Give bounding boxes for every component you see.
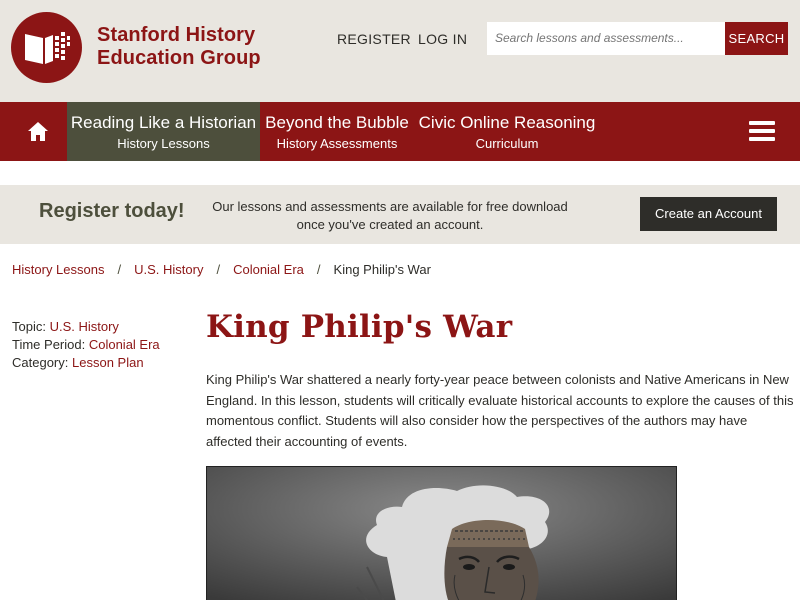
- register-banner: Register today! Our lessons and assessme…: [0, 185, 800, 244]
- breadcrumb-separator: /: [216, 262, 221, 277]
- meta-time-period: Time Period: Colonial Era: [12, 336, 160, 354]
- nav-civic-online-reasoning[interactable]: Civic Online Reasoning Curriculum: [414, 102, 600, 161]
- register-description: Our lessons and assessments are availabl…: [210, 198, 570, 234]
- nav-item-label: Beyond the Bubble: [265, 113, 409, 132]
- breadcrumb-current: King Philip's War: [333, 262, 431, 277]
- breadcrumb: History Lessons / U.S. History / Colonial Er…: [12, 262, 431, 277]
- site-title-line1: Stanford History: [97, 24, 256, 46]
- site-title-line2: Education Group: [97, 47, 261, 69]
- meta-period-link[interactable]: Colonial Era: [89, 337, 160, 352]
- home-icon: [28, 122, 48, 141]
- search-button[interactable]: SEARCH: [725, 22, 788, 55]
- hamburger-menu-icon[interactable]: [749, 121, 775, 141]
- nav-beyond-the-bubble[interactable]: Beyond the Bubble History Assessments: [260, 102, 414, 161]
- site-header: Stanford History Education Group REGISTE…: [0, 0, 800, 102]
- register-heading: Register today!: [39, 200, 185, 222]
- breadcrumb-colonial-era[interactable]: Colonial Era: [233, 262, 304, 277]
- meta-topic-label: Topic:: [12, 319, 46, 334]
- page-title: King Philip's War: [206, 309, 513, 345]
- breadcrumb-history-lessons[interactable]: History Lessons: [12, 262, 104, 277]
- lesson-intro: King Philip's War shattered a nearly for…: [206, 372, 794, 449]
- breadcrumb-us-history[interactable]: U.S. History: [134, 262, 203, 277]
- sheg-logo[interactable]: [11, 12, 82, 83]
- nav-item-sublabel: History Assessments: [276, 136, 398, 151]
- meta-category-label: Category:: [12, 355, 69, 370]
- register-text-line1: Our lessons and assessments are availabl…: [212, 199, 568, 214]
- meta-topic-link[interactable]: U.S. History: [50, 319, 119, 334]
- nav-item-sublabel: Curriculum: [475, 136, 539, 151]
- nav-item-label: Civic Online Reasoning: [418, 113, 596, 132]
- site-title[interactable]: Stanford History Education Group: [97, 24, 261, 70]
- meta-period-label: Time Period:: [12, 337, 86, 352]
- nav-item-label: Reading Like a Historian: [70, 113, 257, 132]
- home-button[interactable]: [0, 102, 67, 161]
- nav-item-sublabel: History Lessons: [117, 136, 210, 151]
- lesson-meta: Topic: U.S. History Time Period: Colonia…: [12, 318, 160, 372]
- meta-topic: Topic: U.S. History: [12, 318, 160, 336]
- book-logo-icon: [25, 32, 70, 64]
- register-text-line2: once you've created an account.: [296, 217, 484, 232]
- main-nav: Reading Like a Historian History Lessons…: [0, 102, 800, 161]
- king-philip-portrait: [206, 466, 677, 600]
- create-account-button[interactable]: Create an Account: [640, 197, 777, 231]
- meta-category: Category: Lesson Plan: [12, 354, 160, 372]
- meta-category-link[interactable]: Lesson Plan: [72, 355, 144, 370]
- search-input[interactable]: [487, 22, 725, 55]
- portrait-engraving: [207, 467, 676, 600]
- breadcrumb-separator: /: [316, 262, 321, 277]
- login-link[interactable]: LOG IN: [418, 31, 467, 47]
- breadcrumb-separator: /: [117, 262, 122, 277]
- register-link[interactable]: REGISTER: [337, 31, 411, 47]
- nav-reading-like-a-historian[interactable]: Reading Like a Historian History Lessons: [67, 102, 260, 161]
